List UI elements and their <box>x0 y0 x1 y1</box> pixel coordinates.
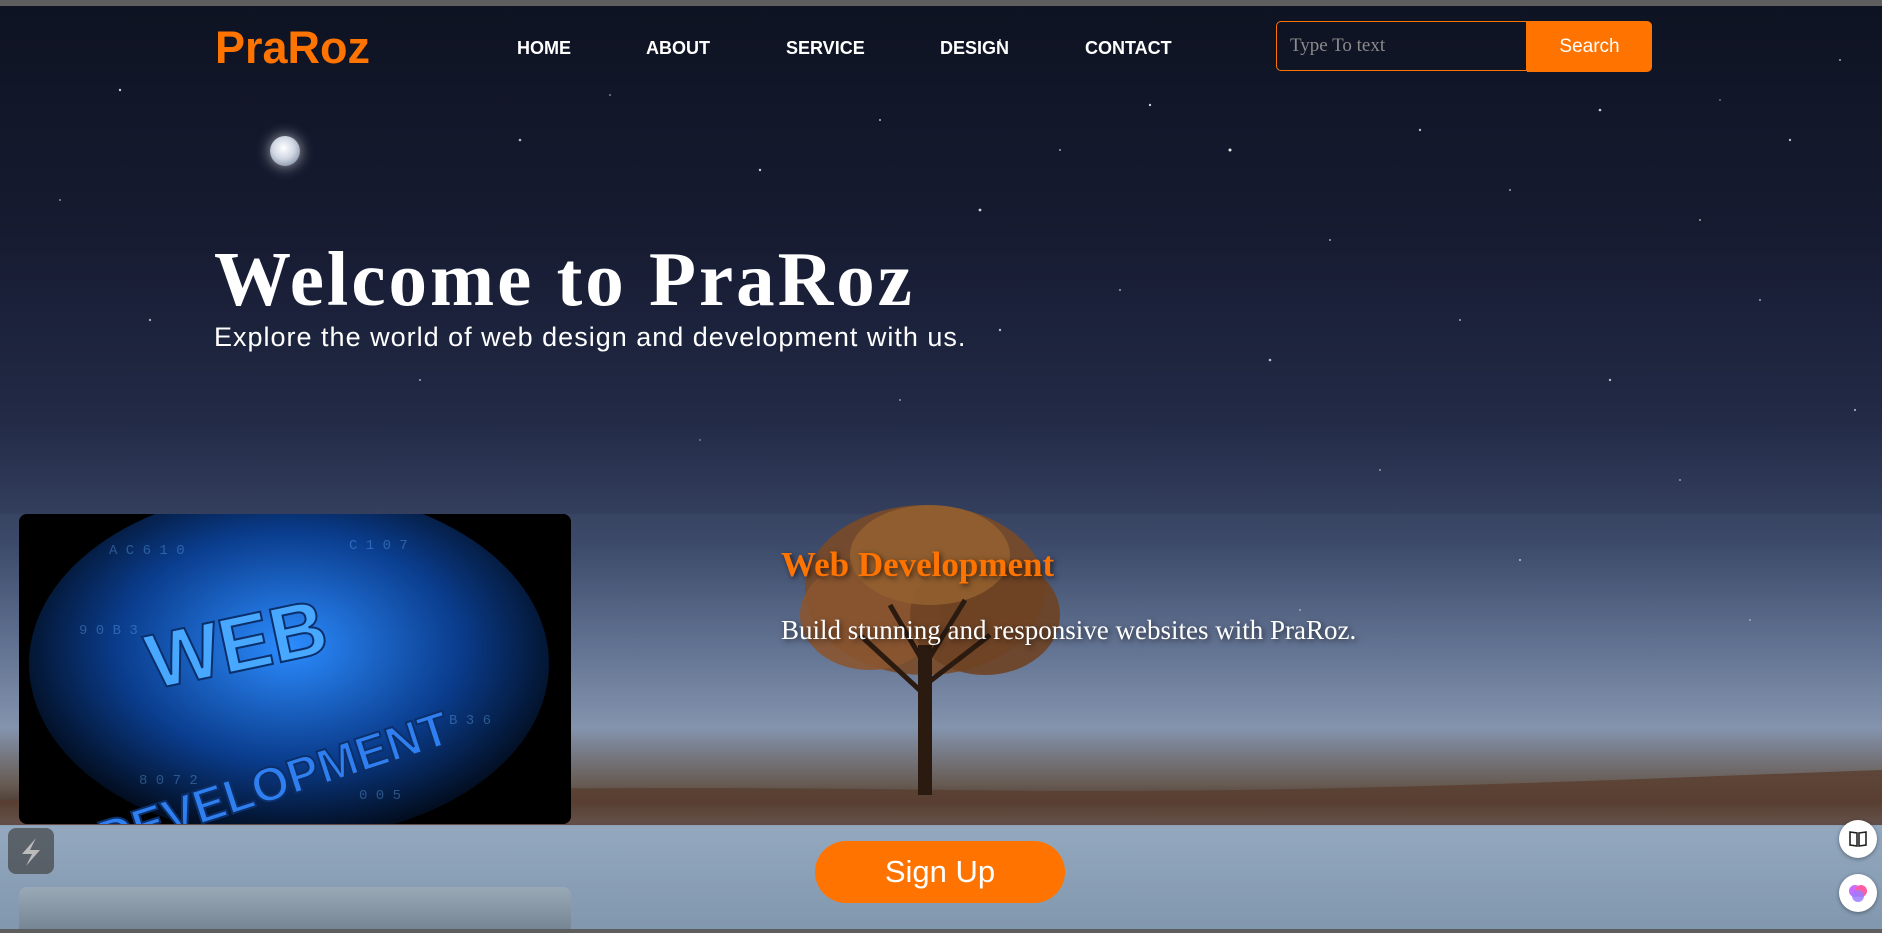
second-service-image <box>19 887 571 933</box>
search-button[interactable]: Search <box>1527 21 1652 72</box>
service-description: Build stunning and responsive websites w… <box>781 615 1357 645</box>
svg-text:A C 6 1 0: A C 6 1 0 <box>109 543 185 559</box>
moon-icon <box>270 136 300 166</box>
svg-text:C 1 0 7: C 1 0 7 <box>349 538 408 554</box>
svg-text:0 0 5: 0 0 5 <box>359 788 401 804</box>
nav-contact-link[interactable]: CONTACT <box>1085 38 1172 59</box>
nav-design-link[interactable]: DESIGN <box>940 38 1009 59</box>
window-bottom-edge <box>0 929 1882 933</box>
signup-button[interactable]: Sign Up <box>815 841 1065 903</box>
web-development-image: A C 6 1 0C 1 0 7 9 0 B 3B 3 6 8 0 7 20 0… <box>19 514 571 824</box>
nav-about-link[interactable]: ABOUT <box>646 38 710 59</box>
book-icon[interactable] <box>1839 820 1877 858</box>
svg-text:B 3 6: B 3 6 <box>449 713 491 729</box>
site-logo[interactable]: PraRoz <box>215 22 370 74</box>
web-development-graphic: A C 6 1 0C 1 0 7 9 0 B 3B 3 6 8 0 7 20 0… <box>19 514 571 824</box>
hero-subtitle: Explore the world of web design and deve… <box>214 322 967 352</box>
tree-illustration <box>800 505 1060 795</box>
brain-icon[interactable] <box>1839 874 1877 912</box>
hero-title: Welcome to PraRoz <box>214 236 915 322</box>
lightning-icon[interactable] <box>8 828 54 874</box>
nav-home-link[interactable]: HOME <box>517 38 571 59</box>
nav-service-link[interactable]: SERVICE <box>786 38 865 59</box>
search-input[interactable] <box>1276 21 1527 71</box>
svg-text:9 0 B 3: 9 0 B 3 <box>79 623 138 639</box>
window-top-edge <box>0 0 1882 6</box>
service-title: Web Development <box>781 545 1055 584</box>
page: PraRoz HOME ABOUT SERVICE DESIGN CONTACT… <box>0 0 1882 933</box>
